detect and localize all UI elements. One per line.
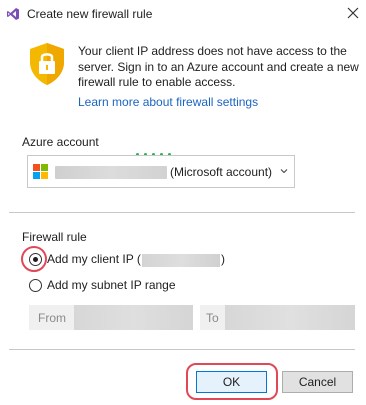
close-icon[interactable]: [345, 5, 361, 21]
add-subnet-ip-range-label: Add my subnet IP range: [47, 278, 176, 292]
learn-more-link[interactable]: Learn more about firewall settings: [78, 95, 258, 109]
account-type-label: (Microsoft account): [170, 165, 273, 179]
radio-button-checked[interactable]: [29, 253, 42, 266]
to-ip-redacted: [225, 305, 355, 330]
divider: [9, 212, 355, 213]
radio-button[interactable]: [29, 279, 42, 292]
visual-studio-icon: [7, 8, 19, 20]
add-client-ip-radio[interactable]: Add my client IP ( ): [29, 252, 239, 269]
from-ip-redacted: [74, 305, 193, 330]
azure-account-dropdown[interactable]: (Microsoft account): [27, 155, 295, 188]
to-label: To: [206, 311, 219, 325]
title-bar: Create new firewall rule: [0, 0, 366, 28]
from-label: From: [38, 311, 66, 325]
add-client-ip-label: Add my client IP (: [47, 252, 141, 266]
from-ip-field: From: [29, 305, 193, 330]
account-email-redacted: [55, 166, 167, 179]
cancel-button[interactable]: Cancel: [282, 371, 353, 393]
window-title: Create new firewall rule: [27, 7, 153, 21]
ok-button[interactable]: OK: [196, 371, 267, 393]
to-ip-field: To: [200, 305, 355, 330]
info-message: Your client IP address does not have acc…: [78, 44, 359, 89]
chevron-down-icon: [280, 169, 288, 174]
azure-account-label: Azure account: [22, 135, 99, 149]
divider: [9, 349, 355, 350]
shield-lock-icon: [30, 43, 64, 85]
add-subnet-ip-range-radio[interactable]: Add my subnet IP range: [29, 278, 209, 295]
firewall-rule-label: Firewall rule: [22, 230, 87, 244]
client-ip-redacted: [142, 254, 220, 267]
microsoft-logo-icon: [33, 164, 49, 180]
client-ip-close-paren: ): [221, 252, 225, 266]
